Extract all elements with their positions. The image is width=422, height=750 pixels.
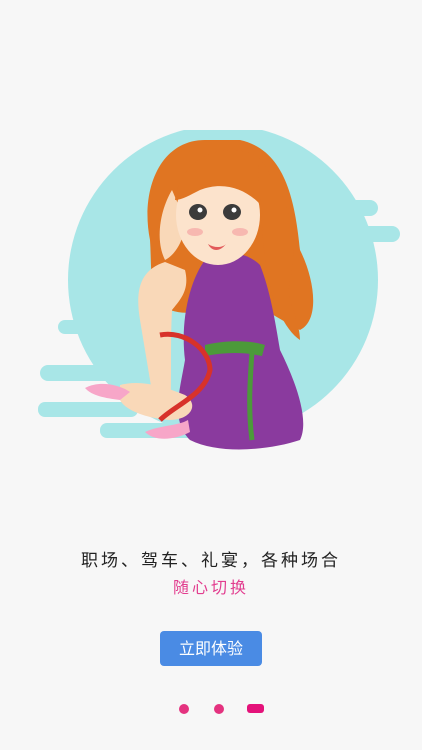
page-dot-1[interactable] xyxy=(179,704,189,714)
woman-illustration xyxy=(38,130,400,450)
page-dot-2[interactable] xyxy=(214,704,224,714)
headline-text: 职场、驾车、礼宴，各种场合 xyxy=(81,551,341,571)
page-indicator xyxy=(0,704,422,716)
subline-text: 随心切换 xyxy=(172,578,249,597)
try-now-button[interactable]: 立即体验 xyxy=(160,631,262,666)
onboarding-screen: 职场、驾车、礼宴，各种场合 随心切换 立即体验 xyxy=(0,0,422,750)
eye-left xyxy=(189,204,207,220)
page-dot-3-active[interactable] xyxy=(247,704,264,713)
